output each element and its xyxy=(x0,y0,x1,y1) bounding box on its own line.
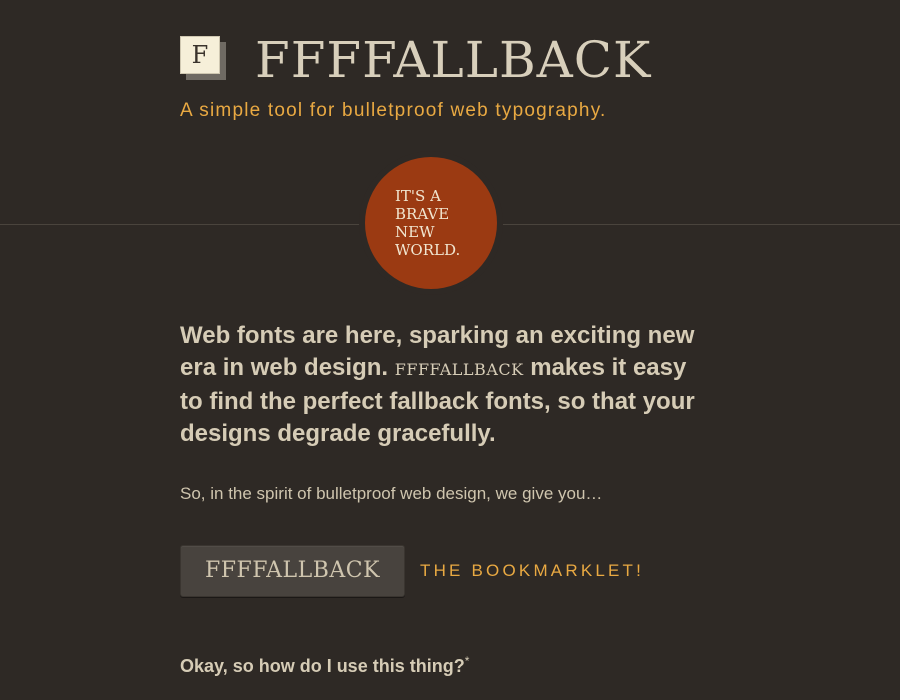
spirit-text: So, in the spirit of bulletproof web des… xyxy=(180,484,603,503)
footnote-marker: * xyxy=(464,654,470,668)
brave-new-world-badge: IT'S A BRAVE NEW WORLD. xyxy=(365,157,497,289)
site-title: FFFFALLBACK xyxy=(255,31,652,89)
usage-question: Okay, so how do I use this thing?* xyxy=(180,654,469,677)
logo-letter: F xyxy=(180,36,220,74)
bookmarklet-button[interactable]: FFFFALLBACK xyxy=(180,545,405,597)
intro-paragraph: Web fonts are here, sparking an exciting… xyxy=(180,320,700,450)
bookmarklet-caption: THE BOOKMARKLET! xyxy=(420,561,645,580)
tagline: A simple tool for bulletproof web typogr… xyxy=(180,100,607,121)
intro-brand-name: FFFFALLBACK xyxy=(394,360,524,379)
usage-question-text: Okay, so how do I use this thing? xyxy=(180,656,465,676)
logo-mark: F xyxy=(180,36,230,82)
badge-text: IT'S A BRAVE NEW WORLD. xyxy=(395,187,461,259)
